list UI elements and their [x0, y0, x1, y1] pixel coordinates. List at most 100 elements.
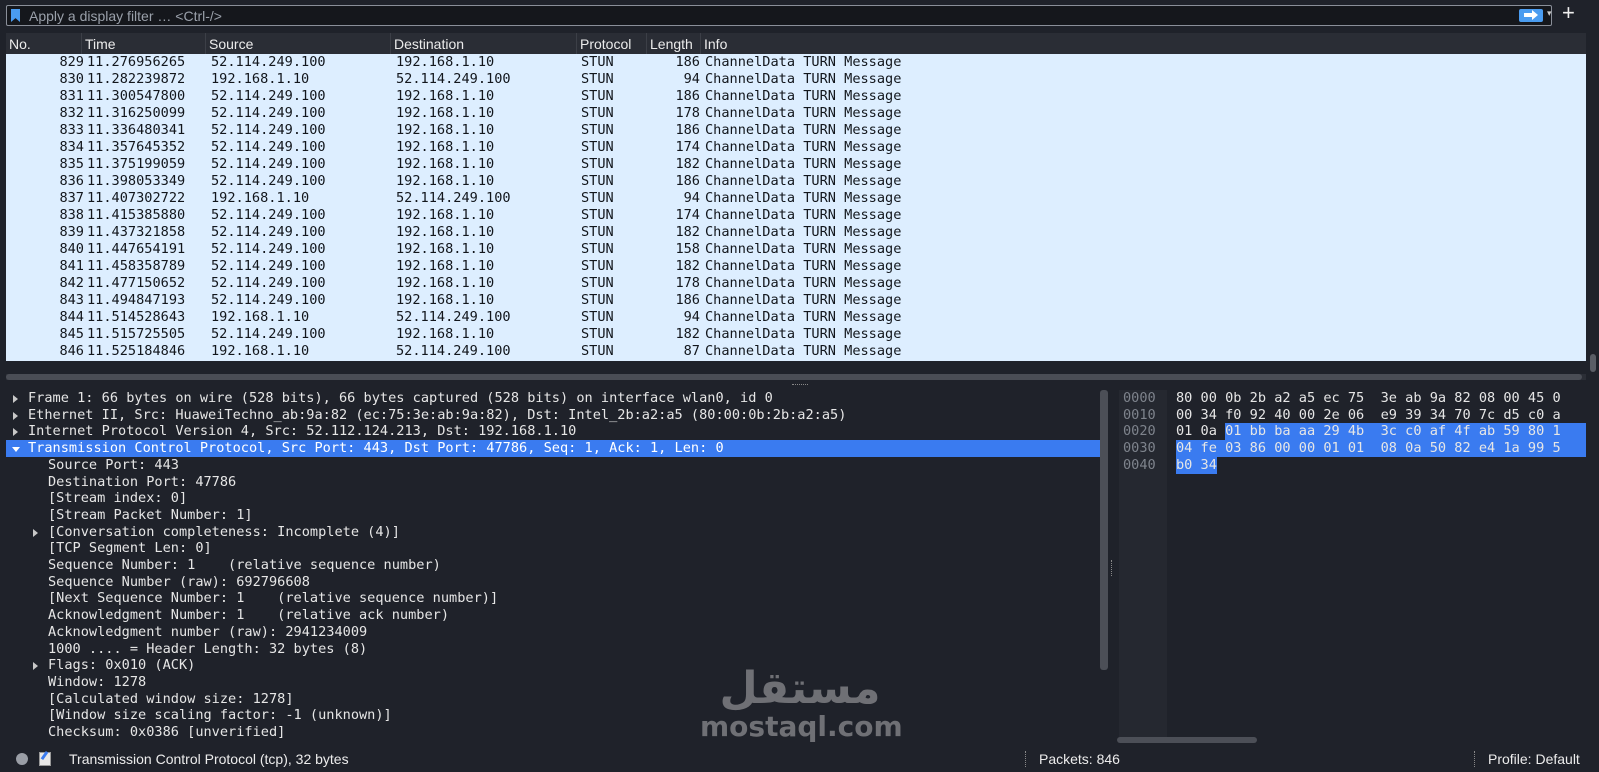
packet-row[interactable]: 840 11.447654191 52.114.249.100 192.168.1.1… [6, 241, 1586, 258]
detail-row[interactable]: [Conversation completeness: Incomplete (… [6, 524, 1100, 541]
packet-row[interactable]: 845 11.515725505 52.114.249.100 192.168.1.1… [6, 326, 1586, 343]
expand-arrow-icon[interactable] [13, 411, 18, 420]
packet-time: 11.437321858 [87, 224, 186, 240]
bytes-hex[interactable]: 04 fe 03 86 00 00 01 01 08 0a 50 82 e4 1… [1176, 440, 1561, 457]
filter-history-dropdown-icon[interactable]: ▾ [1547, 8, 1552, 19]
column-header-info[interactable]: Info [701, 33, 1586, 54]
detail-row[interactable]: [TCP Segment Len: 0] [6, 540, 1100, 557]
packet-row[interactable]: 839 11.437321858 52.114.249.100 192.168.1.1… [6, 224, 1586, 241]
packet-no: 842 [59, 275, 84, 291]
packet-row[interactable]: 841 11.458358789 52.114.249.100 192.168.1.1… [6, 258, 1586, 275]
detail-row[interactable]: [Next Sequence Number: 1 (relative seque… [6, 590, 1100, 607]
packet-list-horizontal-scrollbar[interactable] [6, 374, 1586, 380]
display-filter-box[interactable]: ▾ [6, 5, 1552, 26]
packet-list[interactable]: No. Time Source Destination Protocol Len… [6, 33, 1586, 361]
column-header-protocol[interactable]: Protocol [577, 33, 647, 54]
packet-row[interactable]: 829 11.276956265 52.114.249.100 192.168.1.1… [6, 54, 1586, 71]
column-header-length[interactable]: Length [647, 33, 701, 54]
detail-row[interactable]: Acknowledgment Number: 1 (relative ack n… [6, 607, 1100, 624]
packet-row[interactable]: 838 11.415385880 52.114.249.100 192.168.1.1… [6, 207, 1586, 224]
detail-row[interactable]: Sequence Number (raw): 692796608 [6, 574, 1100, 591]
packet-length: 186 [675, 173, 700, 189]
column-header-source[interactable]: Source [206, 33, 391, 54]
packet-time: 11.276956265 [87, 54, 186, 70]
packet-source: 52.114.249.100 [211, 122, 326, 138]
detail-row[interactable]: 1000 .... = Header Length: 32 bytes (8) [6, 641, 1100, 658]
packet-row[interactable]: 836 11.398053349 52.114.249.100 192.168.1.1… [6, 173, 1586, 190]
apply-filter-arrow-icon[interactable] [1519, 9, 1543, 22]
packet-row[interactable]: 834 11.357645352 52.114.249.100 192.168.1.1… [6, 139, 1586, 156]
status-profile[interactable]: Profile: Default [1488, 751, 1580, 767]
packet-bytes-pane[interactable]: 0000 80 00 0b 2b a2 a5 ec 75 3e ab 9a 82 … [1119, 390, 1599, 742]
packet-time: 11.477150652 [87, 275, 186, 291]
detail-text: Flags: 0x010 (ACK) [48, 657, 196, 674]
bytes-hex[interactable]: 80 00 0b 2b a2 a5 ec 75 3e ab 9a 82 08 0… [1176, 390, 1561, 407]
packet-row[interactable]: 835 11.375199059 52.114.249.100 192.168.1.1… [6, 156, 1586, 173]
add-filter-button[interactable]: + [1562, 2, 1575, 24]
detail-row[interactable]: Destination Port: 47786 [6, 474, 1100, 491]
expand-arrow-icon[interactable] [13, 395, 18, 403]
detail-row[interactable]: Checksum: 0x0386 [unverified] [6, 724, 1100, 741]
expand-arrow-icon[interactable] [33, 662, 38, 671]
column-header-destination[interactable]: Destination [391, 33, 577, 54]
packet-list-scrollbar[interactable] [1590, 354, 1596, 372]
packet-row[interactable]: 842 11.477150652 52.114.249.100 192.168.1.1… [6, 275, 1586, 292]
packet-length: 182 [675, 156, 700, 172]
packet-row[interactable]: 844 11.514528643 192.168.1.10 52.114.249.10… [6, 309, 1586, 326]
packet-source: 192.168.1.10 [211, 343, 310, 359]
detail-row-selected[interactable]: Transmission Control Protocol, Src Port:… [6, 440, 1100, 458]
detail-text: Acknowledgment Number: 1 (relative ack n… [48, 607, 450, 624]
packet-protocol: STUN [581, 224, 614, 240]
packet-row[interactable]: 831 11.300547800 52.114.249.100 192.168.1.1… [6, 88, 1586, 105]
bytes-hex[interactable]: b0 34 [1176, 457, 1217, 474]
packet-time: 11.316250099 [87, 105, 186, 121]
packet-info: ChannelData TURN Message [705, 326, 902, 342]
packet-rows: 829 11.276956265 52.114.249.100 192.168.1.1… [6, 54, 1586, 360]
column-header-time[interactable]: Time [82, 33, 206, 54]
pane-splitter-handle[interactable] [792, 384, 808, 387]
detail-row[interactable]: [Window size scaling factor: -1 (unknown… [6, 707, 1100, 724]
detail-row[interactable]: Internet Protocol Version 4, Src: 52.112… [6, 423, 1100, 440]
packet-row[interactable]: 846 11.525184846 192.168.1.10 52.114.249.10… [6, 343, 1586, 360]
collapse-arrow-icon[interactable] [12, 447, 20, 453]
detail-row[interactable]: Acknowledgment number (raw): 2941234009 [6, 624, 1100, 641]
detail-row[interactable]: [Stream Packet Number: 1] [6, 507, 1100, 524]
packet-protocol: STUN [581, 105, 614, 121]
expand-arrow-icon[interactable] [33, 528, 38, 537]
display-filter-input[interactable] [29, 7, 1489, 24]
packet-row[interactable]: 830 11.282239872 192.168.1.10 52.114.249.10… [6, 71, 1586, 88]
bytes-hex[interactable]: 00 34 f0 92 40 00 2e 06 e9 39 34 70 7c d… [1176, 407, 1561, 424]
detail-row[interactable]: Window: 1278 [6, 674, 1100, 691]
scrollbar-thumb[interactable] [6, 374, 1582, 380]
packet-row[interactable]: 843 11.494847193 52.114.249.100 192.168.1.1… [6, 292, 1586, 309]
capture-comment-icon[interactable] [39, 752, 51, 766]
expand-arrow-icon[interactable] [13, 428, 18, 437]
detail-row[interactable]: [Calculated window size: 1278] [6, 691, 1100, 708]
packet-protocol: STUN [581, 71, 614, 87]
bytes-hex[interactable]: 01 0a 01 bb ba aa 29 4b 3c c0 af 4f ab 5… [1176, 423, 1561, 440]
detail-row[interactable]: Flags: 0x010 (ACK) [6, 657, 1100, 674]
detail-row[interactable]: [Stream index: 0] [6, 490, 1100, 507]
detail-row[interactable]: Source Port: 443 [6, 457, 1100, 474]
bytes-horizontal-scrollbar[interactable] [1117, 737, 1257, 743]
detail-row[interactable]: Frame 1: 66 bytes on wire (528 bits), 66… [6, 390, 1100, 407]
bookmark-icon[interactable] [11, 9, 20, 22]
packet-row[interactable]: 833 11.336480341 52.114.249.100 192.168.1.1… [6, 122, 1586, 139]
capture-status-icon[interactable] [16, 753, 28, 765]
bytes-offset: 0030 [1123, 440, 1156, 457]
status-separator [1025, 751, 1026, 767]
detail-row[interactable]: Sequence Number: 1 (relative sequence nu… [6, 557, 1100, 574]
detail-row[interactable]: Ethernet II, Src: HuaweiTechno_ab:9a:82 … [6, 407, 1100, 424]
details-bytes-splitter-handle[interactable] [1111, 560, 1114, 576]
packet-row[interactable]: 837 11.407302722 192.168.1.10 52.114.249.10… [6, 190, 1586, 207]
details-scrollbar[interactable] [1100, 390, 1108, 670]
column-header-no[interactable]: No. [6, 33, 82, 54]
packet-time: 11.494847193 [87, 292, 186, 308]
detail-text: [Next Sequence Number: 1 (relative seque… [48, 590, 499, 607]
packet-row[interactable]: 832 11.316250099 52.114.249.100 192.168.1.1… [6, 105, 1586, 122]
packet-length: 182 [675, 224, 700, 240]
packet-details-tree[interactable]: Frame 1: 66 bytes on wire (528 bits), 66… [6, 390, 1100, 742]
packet-protocol: STUN [581, 122, 614, 138]
packet-no: 841 [59, 258, 84, 274]
detail-text: Destination Port: 47786 [48, 473, 237, 490]
